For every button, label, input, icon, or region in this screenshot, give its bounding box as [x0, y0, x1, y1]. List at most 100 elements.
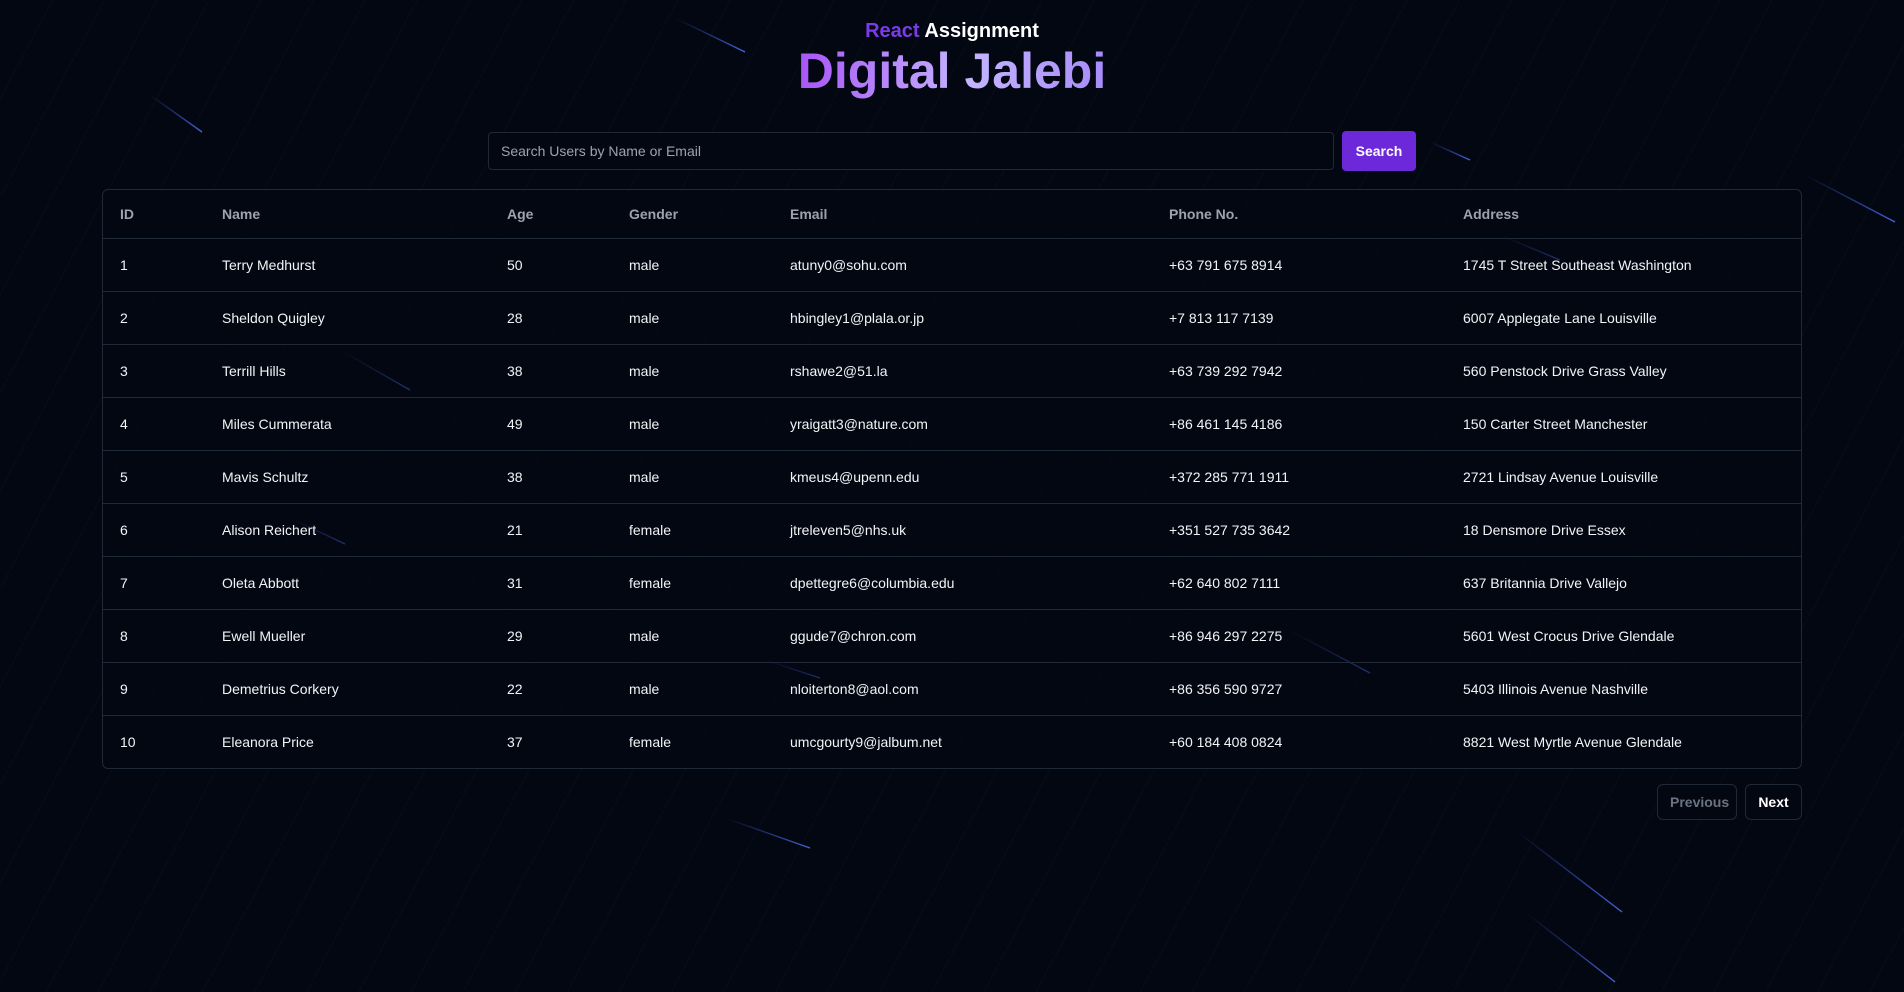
- table-cell: +60 184 408 0824: [1169, 734, 1283, 750]
- column-header: Phone No.: [1152, 190, 1446, 239]
- table-cell: Alison Reichert: [205, 503, 490, 557]
- table-cell: 18 Densmore Drive Essex: [1446, 503, 1801, 557]
- table-cell: Terrill Hills: [205, 344, 490, 398]
- table-row: 5 Mavis Schultz 38 male kmeus4@upenn.edu +372…: [103, 450, 1801, 504]
- table-cell: 5: [103, 450, 205, 504]
- table-cell: hbingley1@plala.or.jp: [773, 291, 1152, 345]
- header-kicker: React Assignment: [0, 20, 1904, 43]
- table-cell: 2: [103, 291, 205, 345]
- table-cell: 637 Britannia Drive Vallejo: [1446, 556, 1801, 610]
- table-cell: 10: [120, 734, 136, 750]
- table-cell: Miles Cummerata: [205, 397, 490, 451]
- table-cell: female: [629, 734, 672, 750]
- table-cell: Sheldon Quigley: [205, 291, 490, 345]
- table-cell: 5601 West Crocus Drive Glendale: [1446, 609, 1801, 663]
- table-row: 1 Terry Medhurst 50 male atuny0@sohu.com +63 …: [103, 238, 1801, 292]
- table-cell: 6007 Applegate Lane Louisville: [1446, 291, 1801, 345]
- table-cell: kmeus4@upenn.edu: [773, 450, 1152, 504]
- table-cell: atuny0@sohu.com: [773, 238, 1152, 292]
- table-cell: +372 285 771 1911: [1152, 450, 1446, 504]
- table-row: 8 Ewell Mueller 29 male ggude7@chron.com +86 …: [103, 609, 1801, 663]
- table-body: 1 Terry Medhurst 50 male atuny0@sohu.com +63 …: [103, 238, 1801, 769]
- previous-button[interactable]: Previous: [1657, 784, 1737, 820]
- table-cell: female: [612, 556, 773, 610]
- table-cell: +86 461 145 4186: [1152, 397, 1446, 451]
- table-cell: yraigatt3@nature.com: [773, 397, 1152, 451]
- table-cell: male: [612, 662, 773, 716]
- table-cell: umcgourty9@jalbum.net: [790, 734, 942, 750]
- table-cell: nloiterton8@aol.com: [773, 662, 1152, 716]
- column-header: Name: [205, 190, 490, 239]
- table-cell: 4: [103, 397, 205, 451]
- table-cell: dpettegre6@columbia.edu: [773, 556, 1152, 610]
- table-cell: female: [612, 503, 773, 557]
- table-row: 10 Eleanora Price 37 female umcgourty9@jalbu…: [103, 716, 1801, 769]
- table-cell: +63 791 675 8914: [1152, 238, 1446, 292]
- table-cell: 28: [490, 291, 612, 345]
- table-header: ID Name Age Gender Email Phone No. Address: [103, 190, 1801, 239]
- table-cell: 21: [490, 503, 612, 557]
- table-cell: 2721 Lindsay Avenue Louisville: [1446, 450, 1801, 504]
- table-cell: male: [612, 291, 773, 345]
- table-row: 7 Oleta Abbott 31 female dpettegre6@columbia…: [103, 556, 1801, 610]
- table-cell: 8821 West Myrtle Avenue Glendale: [1463, 734, 1682, 750]
- table-cell: 3: [103, 344, 205, 398]
- table-cell: +86 356 590 9727: [1152, 662, 1446, 716]
- table-cell: Terry Medhurst: [205, 238, 490, 292]
- table-cell: 1: [103, 238, 205, 292]
- table-row: 6 Alison Reichert 21 female jtreleven5@nhs.u…: [103, 503, 1801, 557]
- table-cell: male: [612, 609, 773, 663]
- table-cell: 38: [490, 450, 612, 504]
- table-row: 9 Demetrius Corkery 22 male nloiterton8@aol.…: [103, 662, 1801, 716]
- table-cell: 22: [490, 662, 612, 716]
- table-cell: 38: [490, 344, 612, 398]
- table-row: 3 Terrill Hills 38 male rshawe2@51.la +63 739…: [103, 344, 1801, 398]
- table-cell: +7 813 117 7139: [1152, 291, 1446, 345]
- table-header-row: ID Name Age Gender Email Phone No. Address: [103, 190, 1801, 239]
- page-title: Digital Jalebi: [0, 42, 1904, 100]
- table-cell: male: [612, 344, 773, 398]
- users-table-container: ID Name Age Gender Email Phone No. Address 1 Te…: [102, 189, 1802, 769]
- table-cell: +63 739 292 7942: [1152, 344, 1446, 398]
- table-cell: Oleta Abbott: [205, 556, 490, 610]
- next-button[interactable]: Next: [1745, 784, 1802, 820]
- table-cell: +86 946 297 2275: [1152, 609, 1446, 663]
- table-cell: 31: [490, 556, 612, 610]
- table-cell: Mavis Schultz: [205, 450, 490, 504]
- search-input[interactable]: [488, 132, 1334, 170]
- table-cell: 8: [103, 609, 205, 663]
- column-header: Email: [773, 190, 1152, 239]
- page-title-text: Digital Jalebi: [797, 43, 1107, 99]
- table-cell: 560 Penstock Drive Grass Valley: [1446, 344, 1801, 398]
- table-cell: 150 Carter Street Manchester: [1446, 397, 1801, 451]
- users-table: ID Name Age Gender Email Phone No. Address 1 Te…: [103, 190, 1801, 768]
- table-cell: Ewell Mueller: [205, 609, 490, 663]
- table-cell: male: [612, 397, 773, 451]
- kicker-accent: React: [865, 20, 920, 42]
- search-button[interactable]: Search: [1342, 131, 1416, 171]
- table-cell: 50: [490, 238, 612, 292]
- search-bar: Search: [488, 131, 1416, 171]
- table-cell: Eleanora Price: [222, 734, 314, 750]
- table-cell: male: [612, 450, 773, 504]
- table-cell: 49: [490, 397, 612, 451]
- column-header: Age: [490, 190, 612, 239]
- table-cell: 7: [103, 556, 205, 610]
- table-cell: 37: [507, 734, 523, 750]
- table-cell: rshawe2@51.la: [773, 344, 1152, 398]
- column-header: ID: [103, 190, 205, 239]
- table-cell: male: [612, 238, 773, 292]
- pagination: Previous Next: [1657, 784, 1802, 820]
- table-cell: +351 527 735 3642: [1152, 503, 1446, 557]
- table-cell: 9: [103, 662, 205, 716]
- table-cell: 29: [490, 609, 612, 663]
- page: React Assignment Digital Jalebi Search I…: [0, 0, 1904, 992]
- table-cell: jtreleven5@nhs.uk: [773, 503, 1152, 557]
- column-header: Gender: [612, 190, 773, 239]
- column-header: Address: [1446, 190, 1801, 239]
- kicker-rest: Assignment: [924, 20, 1039, 42]
- table-cell: Demetrius Corkery: [205, 662, 490, 716]
- table-cell: +62 640 802 7111: [1152, 556, 1446, 610]
- table-row: 4 Miles Cummerata 49 male yraigatt3@nature.c…: [103, 397, 1801, 451]
- table-row: 2 Sheldon Quigley 28 male hbingley1@plala.or…: [103, 291, 1801, 345]
